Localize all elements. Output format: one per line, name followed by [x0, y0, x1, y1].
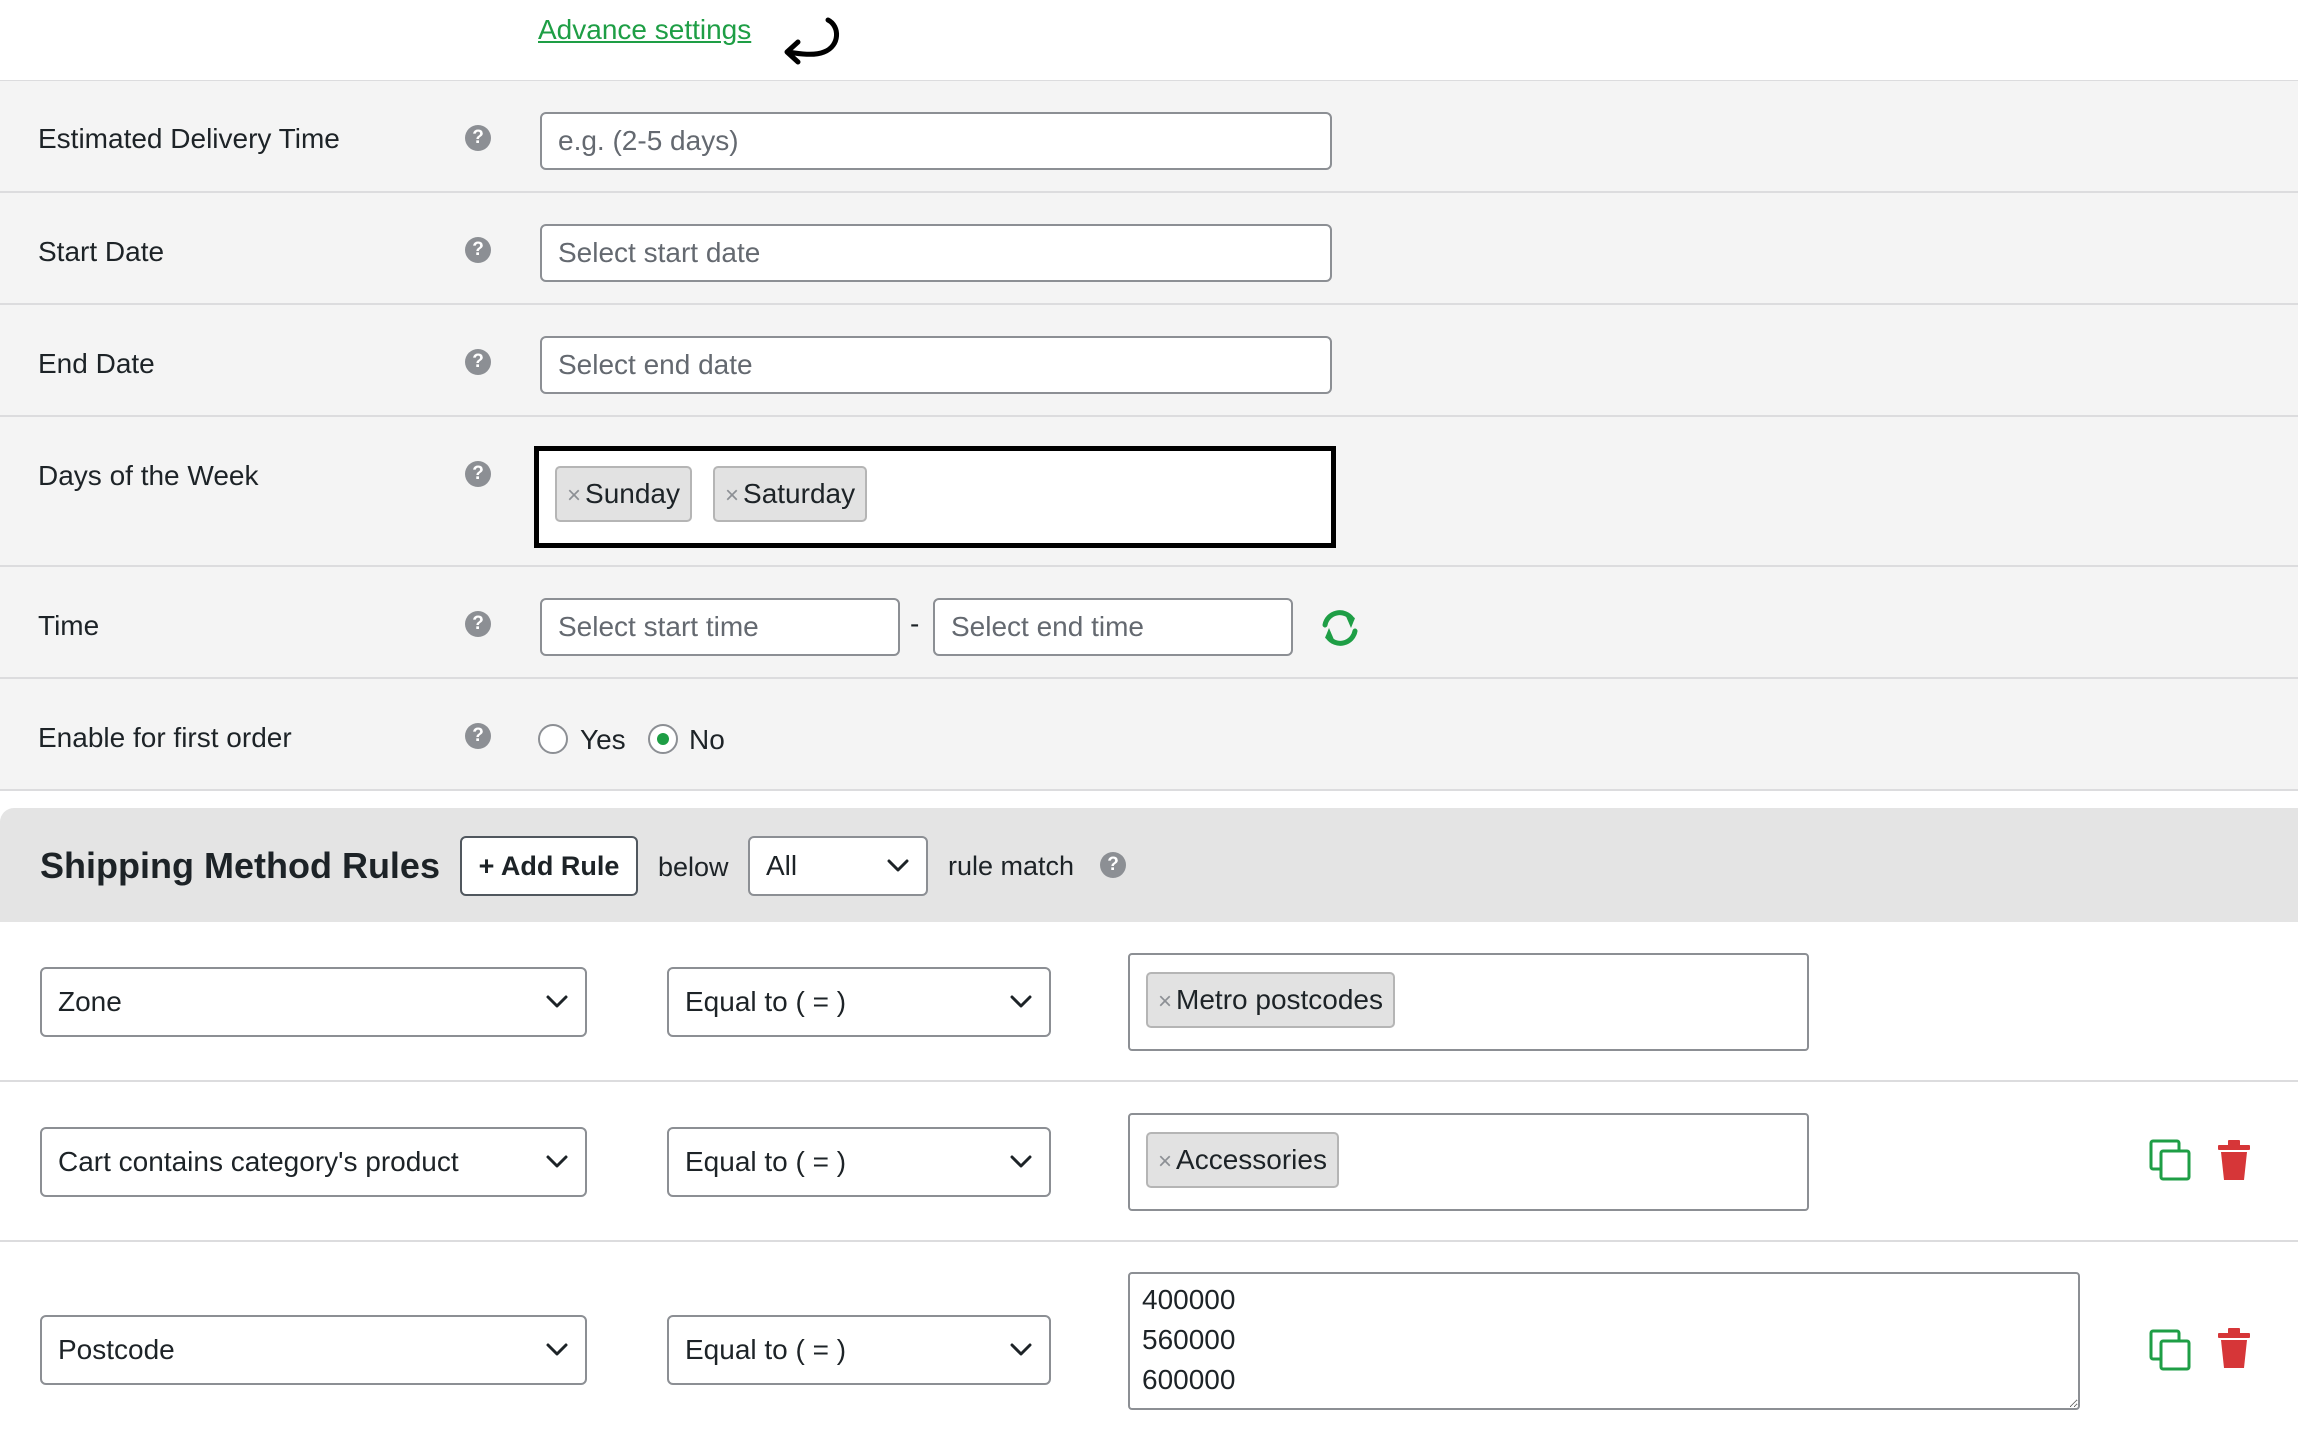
refresh-icon[interactable]	[1318, 606, 1362, 650]
operator-select[interactable]: Equal to ( = )	[667, 967, 1051, 1037]
delete-rule-icon[interactable]	[2216, 1139, 2252, 1181]
chevron-down-icon	[887, 859, 909, 872]
radio-no-label: No	[689, 724, 725, 755]
rule-value-select[interactable]: × Accessories	[1128, 1113, 1809, 1211]
operator-value: Equal to ( = )	[685, 1334, 847, 1365]
end-date-label: End Date	[38, 348, 155, 379]
advance-settings-row	[0, 0, 2298, 82]
rule-match-value: All	[766, 850, 798, 881]
help-icon[interactable]: ?	[465, 611, 491, 637]
remove-chip-icon[interactable]: ×	[725, 482, 739, 509]
help-icon[interactable]: ?	[465, 237, 491, 263]
curved-arrow-icon	[784, 17, 839, 65]
value-chip-label: Accessories	[1176, 1144, 1327, 1175]
operator-value: Equal to ( = )	[685, 986, 847, 1017]
remove-chip-icon[interactable]: ×	[1158, 1148, 1172, 1175]
time-row: Time ?	[0, 567, 2298, 679]
time-label: Time	[38, 610, 100, 641]
start-date-input[interactable]	[540, 224, 1332, 282]
time-separator: -	[910, 608, 920, 639]
start-time-input[interactable]	[540, 598, 900, 656]
add-rule-button[interactable]: + Add Rule	[460, 836, 638, 896]
days-of-week-select[interactable]: × Sunday × Saturday	[534, 446, 1336, 548]
operator-select[interactable]: Equal to ( = )	[667, 1315, 1051, 1385]
chevron-down-icon	[1010, 1155, 1032, 1168]
end-date-input[interactable]	[540, 336, 1332, 394]
condition-value: Postcode	[58, 1334, 175, 1365]
radio-yes-label: Yes	[580, 724, 626, 755]
remove-chip-icon[interactable]: ×	[1158, 988, 1172, 1015]
day-chip: × Sunday	[555, 466, 692, 522]
first-order-row: Enable for first order ? Yes No	[0, 679, 2298, 791]
delivery-time-input[interactable]	[540, 112, 1332, 170]
delivery-time-row: Estimated Delivery Time ?	[0, 81, 2298, 193]
condition-select[interactable]: Zone	[40, 967, 587, 1037]
chevron-down-icon	[546, 1343, 568, 1356]
help-icon[interactable]: ?	[465, 461, 491, 487]
condition-value: Cart contains category's product	[58, 1146, 459, 1177]
end-date-row: End Date ?	[0, 305, 2298, 417]
radio-yes[interactable]	[538, 724, 568, 754]
rule-match-label: rule match	[948, 851, 1075, 881]
radio-no[interactable]	[648, 724, 678, 754]
help-icon[interactable]: ?	[465, 349, 491, 375]
value-chip: × Accessories	[1146, 1132, 1339, 1188]
advance-settings-link[interactable]: Advance settings	[538, 14, 751, 46]
condition-select[interactable]: Cart contains category's product	[40, 1127, 587, 1197]
delete-rule-icon[interactable]	[2216, 1327, 2252, 1369]
help-icon[interactable]: ?	[465, 723, 491, 749]
chevron-down-icon	[1010, 1343, 1032, 1356]
rule-row: Cart contains category's product Equal t…	[0, 1082, 2298, 1242]
chevron-down-icon	[546, 1155, 568, 1168]
end-time-input[interactable]	[933, 598, 1293, 656]
delivery-time-label: Estimated Delivery Time	[38, 123, 340, 154]
chevron-down-icon	[546, 995, 568, 1008]
remove-chip-icon[interactable]: ×	[567, 482, 581, 509]
value-chip-label: Metro postcodes	[1176, 984, 1384, 1015]
duplicate-rule-icon[interactable]	[2148, 1138, 2192, 1182]
help-icon[interactable]: ?	[1100, 852, 1126, 878]
rules-title: Shipping Method Rules	[40, 845, 440, 886]
rule-match-select[interactable]: All	[748, 836, 928, 896]
rule-value-select[interactable]: × Metro postcodes	[1128, 953, 1809, 1051]
start-date-label: Start Date	[38, 236, 165, 267]
below-label: below	[658, 852, 729, 882]
operator-value: Equal to ( = )	[685, 1146, 847, 1177]
value-chip: × Metro postcodes	[1146, 972, 1396, 1028]
start-date-row: Start Date ?	[0, 193, 2298, 305]
postcode-textarea[interactable]: 400000 560000 600000	[1128, 1272, 2080, 1410]
operator-select[interactable]: Equal to ( = )	[667, 1127, 1051, 1197]
day-chip-label: Sunday	[585, 478, 680, 509]
rule-row: Zone Equal to ( = ) × Metro postcodes	[0, 922, 2298, 1082]
day-chip-label: Saturday	[743, 478, 856, 509]
day-chip: × Saturday	[713, 466, 868, 522]
first-order-label: Enable for first order	[38, 722, 292, 753]
condition-value: Zone	[58, 986, 122, 1017]
chevron-down-icon	[1010, 995, 1032, 1008]
condition-select[interactable]: Postcode	[40, 1315, 587, 1385]
help-icon[interactable]: ?	[465, 125, 491, 151]
duplicate-rule-icon[interactable]	[2148, 1328, 2192, 1372]
days-of-week-label: Days of the Week	[38, 460, 259, 491]
